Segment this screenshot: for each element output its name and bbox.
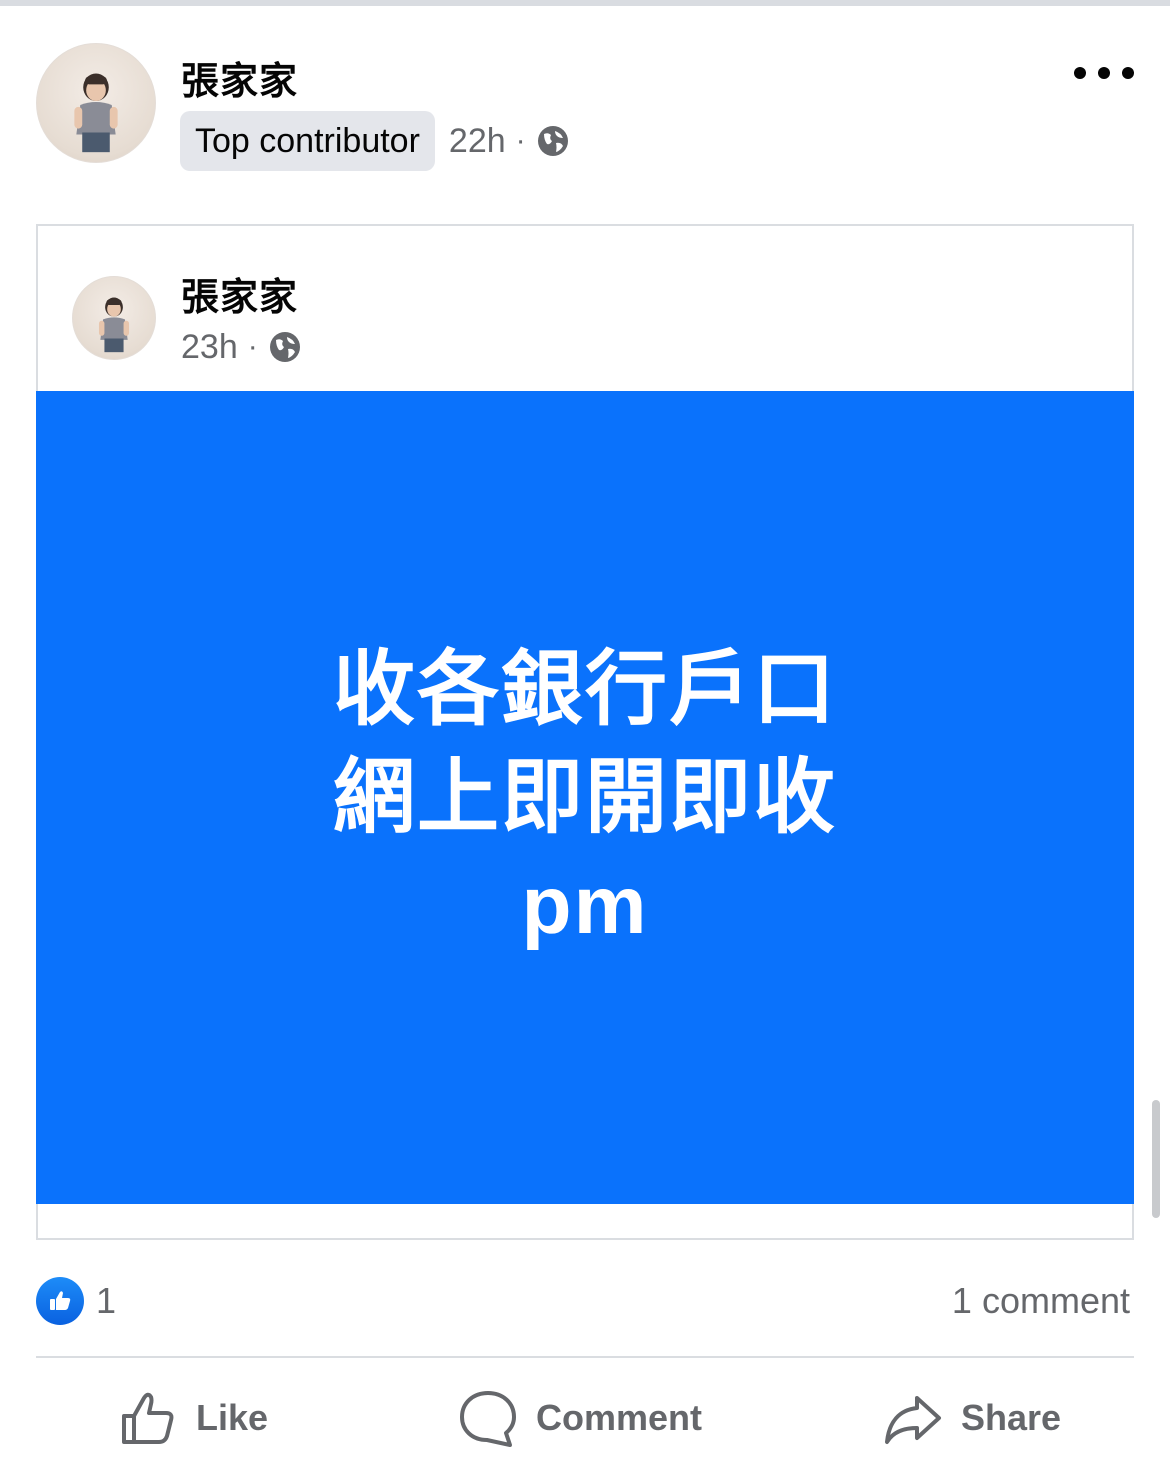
post-timestamp[interactable]: 22h [449,122,506,161]
reaction-count[interactable]: 1 [96,1280,116,1322]
share-arrow-icon [883,1388,943,1448]
author-avatar[interactable] [36,43,156,163]
avatar-photo [98,297,130,353]
shared-author-name[interactable]: 張家家 [181,266,298,321]
comment-button[interactable]: Comment [458,1384,702,1452]
like-button[interactable]: Like [118,1384,268,1452]
meta-separator: · [515,124,526,157]
comment-count[interactable]: 1 comment [952,1280,1130,1322]
share-label: Share [961,1397,1062,1438]
globe-icon [268,330,302,364]
more-dot [1122,67,1134,79]
post-text-line: 收各銀行戶口 [332,643,837,735]
share-button[interactable]: Share [883,1384,1061,1452]
globe-icon [536,124,570,158]
shared-author-avatar[interactable] [72,276,156,360]
comment-bubble-icon [458,1388,518,1448]
top-contributor-badge[interactable]: Top contributor [180,111,435,171]
comment-label: Comment [536,1397,703,1438]
more-dots-icon [1074,67,1086,79]
post-meta: Top contributor 22h · [180,111,570,171]
more-options-button[interactable] [1074,58,1134,88]
post-text-line: 網上即開即收 [332,751,837,843]
like-reaction-icon[interactable] [36,1277,84,1325]
facebook-post: 張家家 Top contributor 22h · 張家家 23h · 收各銀行… [0,0,1170,1457]
scrollbar[interactable] [1152,1100,1160,1218]
text-post-background[interactable]: 收各銀行戶口 網上即開即收 pm [36,391,1134,1204]
more-dot [1098,67,1110,79]
thumbs-up-icon [118,1388,178,1448]
avatar-photo [74,73,118,153]
action-divider [36,1356,1134,1358]
shared-post-timestamp[interactable]: 23h [181,328,238,367]
like-label: Like [196,1397,269,1438]
author-name[interactable]: 張家家 [181,50,298,105]
meta-separator: · [247,330,258,363]
post-text-line: pm [521,859,649,951]
top-divider [0,0,1170,6]
shared-post-meta: 23h · [181,322,302,372]
